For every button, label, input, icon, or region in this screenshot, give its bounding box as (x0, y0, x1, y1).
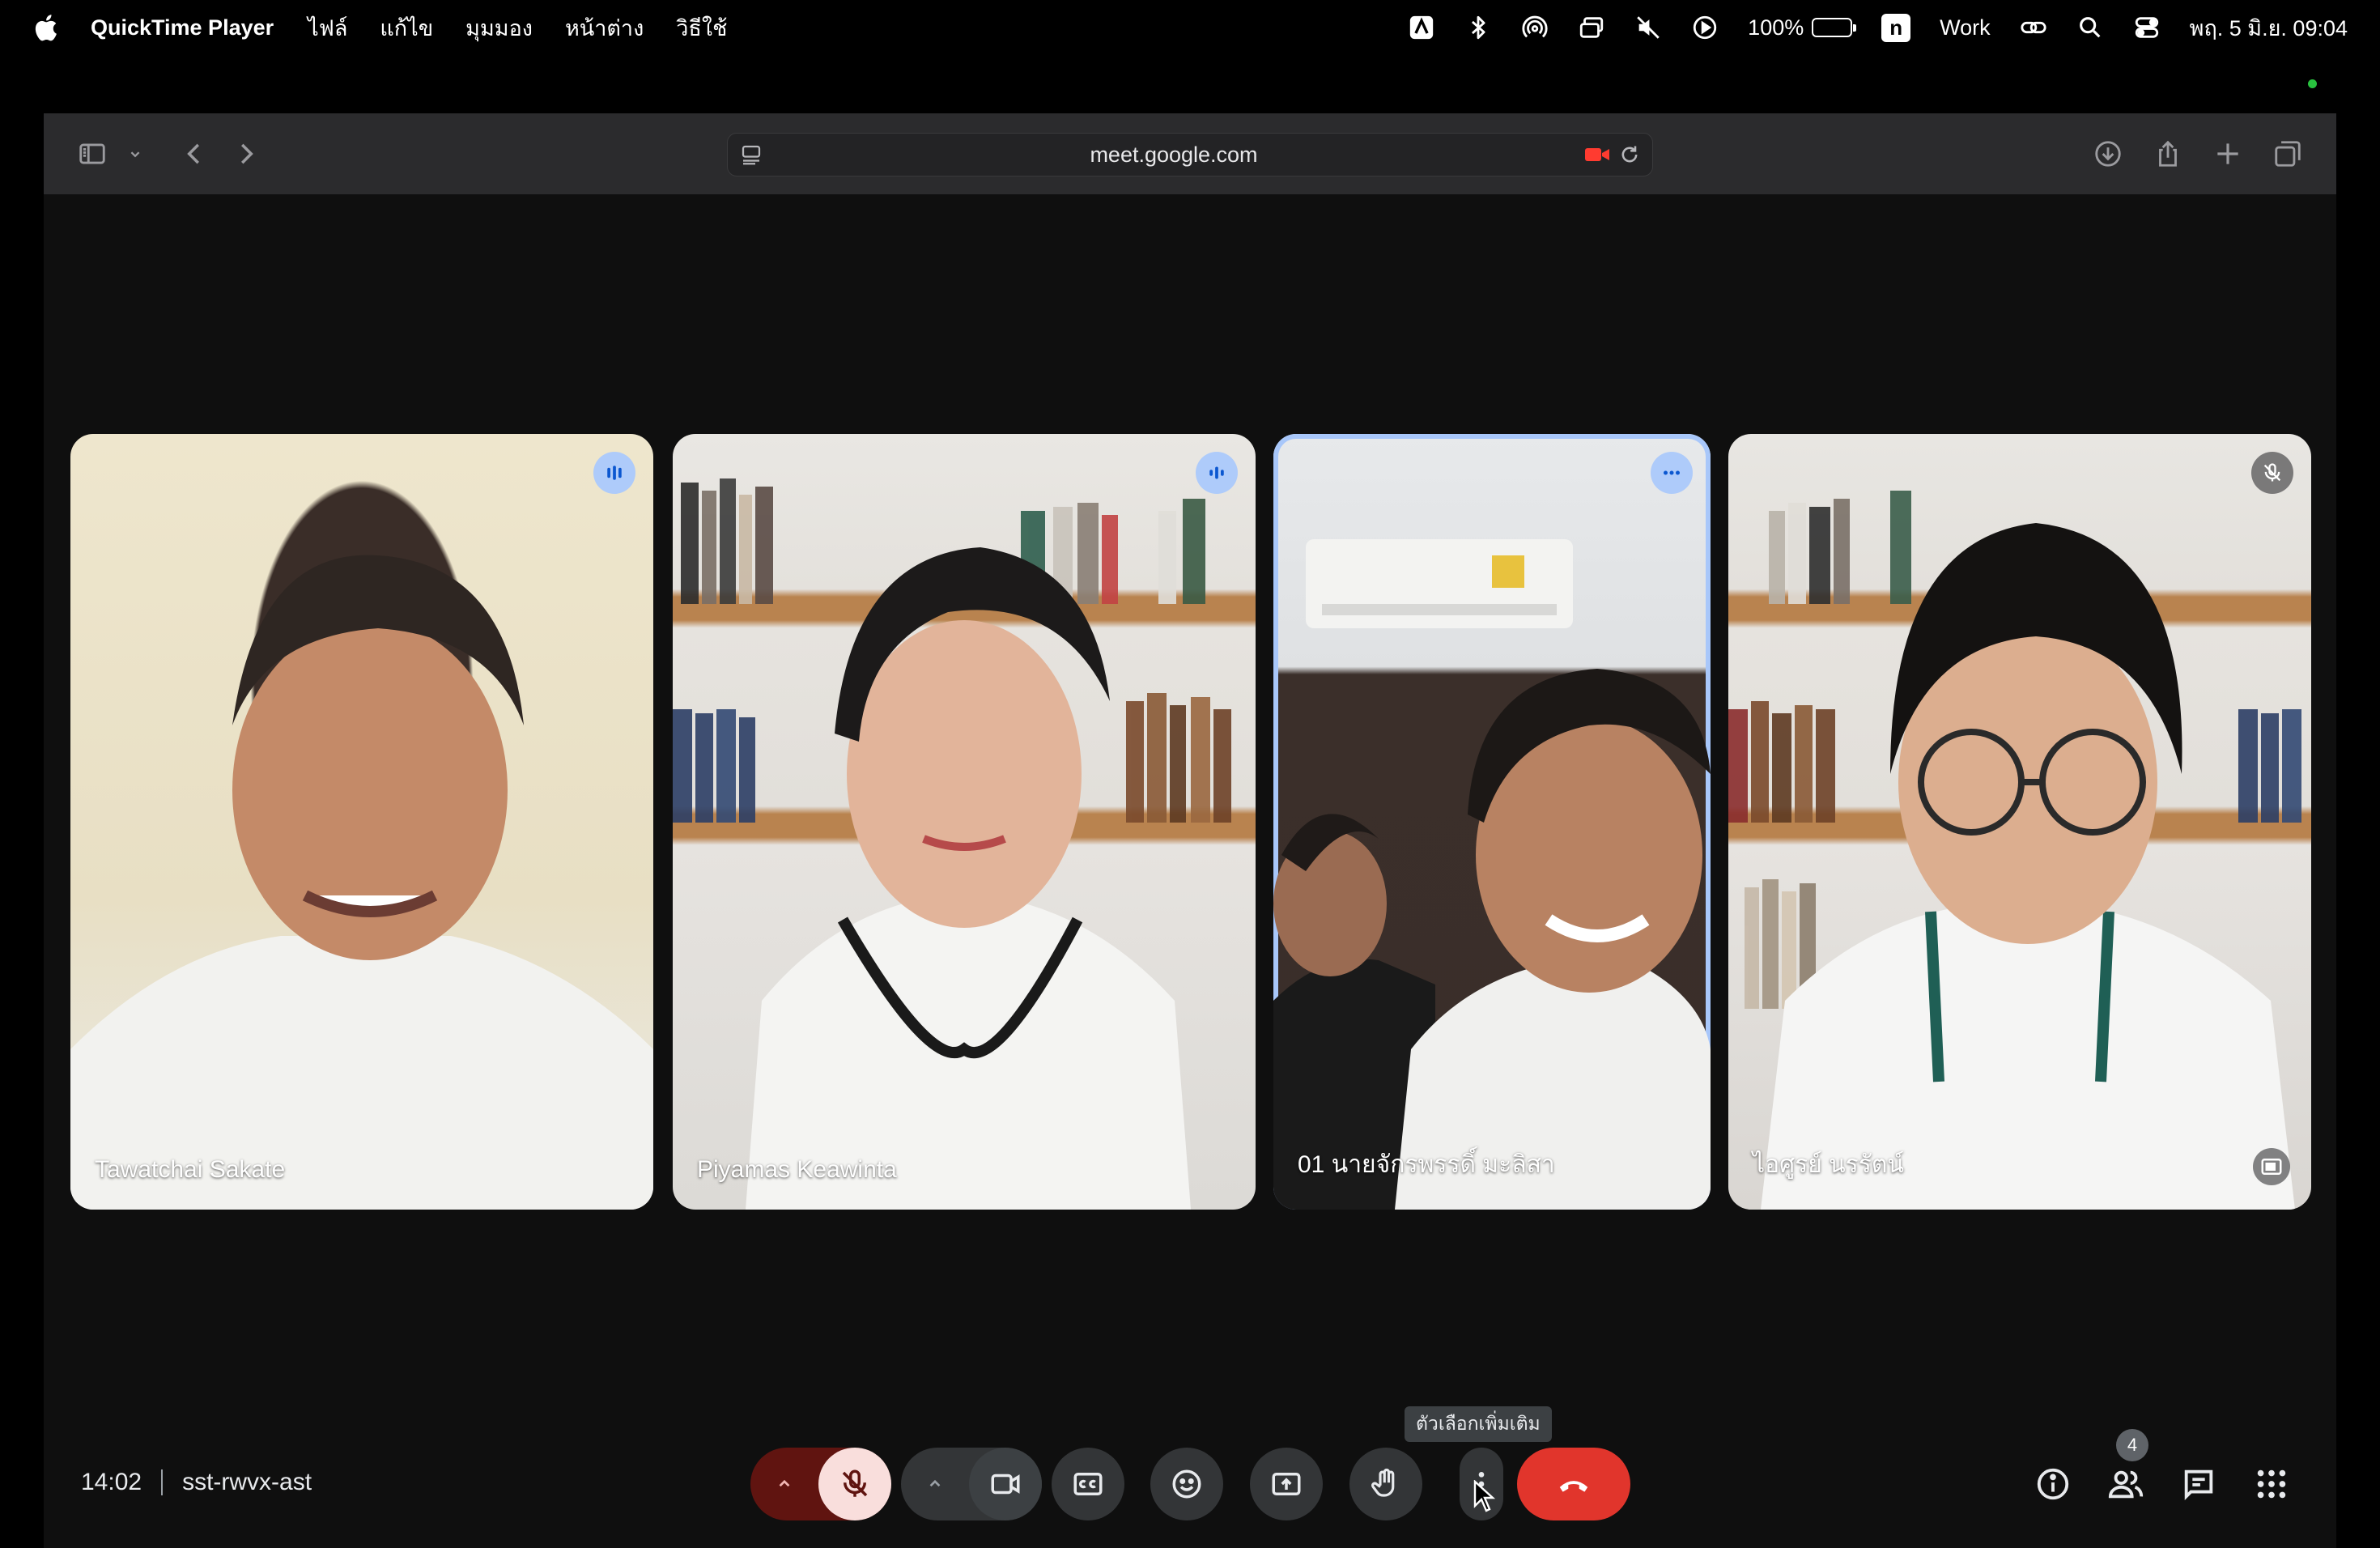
forward-icon[interactable] (227, 134, 266, 173)
meeting-clock: 14:02 (81, 1469, 142, 1495)
bluetooth-icon[interactable] (1464, 14, 1492, 41)
camera-settings-chevron-icon[interactable] (901, 1448, 969, 1520)
menu-bar: QuickTime Player ไฟล์ แก้ไข มุมมอง หน้าต… (0, 0, 2380, 55)
meeting-details-icon[interactable] (2024, 1455, 2082, 1513)
status-area: 100% n Work พฤ. 5 มิ.ย. 09:04 (1408, 11, 2348, 45)
participant-video-icon (70, 555, 653, 1210)
participant-name: ไอศูรย์ นรรัตน์ (1753, 1151, 1904, 1178)
screen-mirroring-icon[interactable] (1578, 14, 1605, 41)
mic-settings-chevron-icon[interactable] (750, 1448, 818, 1520)
participant-name: 01 นายจักรพรรดิ์ มะลิสา (1298, 1151, 1555, 1178)
chevron-down-icon[interactable] (125, 134, 146, 173)
emoji-reactions-button[interactable] (1150, 1448, 1223, 1520)
address-bar[interactable]: meet.google.com (727, 133, 1653, 176)
mic-off-icon (2251, 452, 2293, 494)
camera-toggle-button[interactable] (969, 1448, 1042, 1520)
menu-file[interactable]: ไฟล์ (308, 11, 347, 45)
share-icon[interactable] (2148, 134, 2187, 173)
meeting-code: sst-rwvx-ast (182, 1469, 312, 1495)
participant-tile[interactable]: Piyamas Keawinta (673, 434, 1256, 1210)
spotlight-search-icon[interactable] (2076, 14, 2104, 41)
reload-icon[interactable] (1618, 143, 1641, 166)
activities-grid-icon[interactable] (2242, 1455, 2301, 1513)
sidebar-toggle-icon[interactable] (73, 134, 112, 173)
leave-call-button[interactable] (1517, 1448, 1630, 1520)
battery-percent: 100% (1748, 15, 1804, 40)
participant-video-icon (673, 478, 1231, 1210)
chat-icon[interactable] (2170, 1455, 2228, 1513)
menu-window[interactable]: หน้าต่าง (565, 11, 644, 45)
airdrop-icon[interactable] (1521, 14, 1549, 41)
control-center-icon[interactable] (2133, 14, 2161, 41)
speaking-indicator-icon (1196, 452, 1238, 494)
raise-hand-control (1349, 1448, 1422, 1520)
meeting-info: 14:02 sst-rwvx-ast (81, 1469, 312, 1496)
camera-control-group (901, 1448, 1042, 1520)
page-menu-icon[interactable] (739, 142, 763, 167)
raise-hand-button[interactable] (1349, 1448, 1422, 1520)
url-text[interactable]: meet.google.com (763, 142, 1584, 168)
safari-window: meet.google.com Tawatchai Sakate Piyamas… (44, 113, 2336, 1548)
menu-view[interactable]: มุมมอง (465, 11, 533, 45)
microphone-toggle-button[interactable] (818, 1448, 891, 1520)
now-playing-icon[interactable] (1691, 14, 1719, 41)
people-count-badge: 4 (2116, 1429, 2148, 1461)
back-icon[interactable] (175, 134, 214, 173)
reactions-control (1150, 1448, 1223, 1520)
leave-call-control (1517, 1448, 1630, 1520)
link-icon[interactable] (2020, 14, 2047, 41)
speaking-indicator-icon (593, 452, 635, 494)
participant-video-icon (1273, 539, 1711, 1210)
participant-video-icon (1728, 491, 2301, 1210)
participant-tile-active[interactable]: 01 นายจักรพรรดิ์ มะลิสา (1273, 434, 1711, 1210)
meeting-side-controls: 4 (2024, 1429, 2301, 1520)
captions-control (1052, 1448, 1124, 1520)
menubar-clock[interactable]: พฤ. 5 มิ.ย. 09:04 (2190, 11, 2348, 45)
sound-muted-icon[interactable] (1634, 14, 1662, 41)
input-source-badge[interactable]: n (1881, 13, 1911, 42)
focus-mode-label[interactable]: Work (1940, 15, 1991, 40)
picture-in-picture-icon[interactable] (2253, 1148, 2290, 1185)
participant-name: Piyamas Keawinta (697, 1156, 897, 1183)
camera-in-use-indicator (2308, 79, 2317, 88)
people-icon[interactable]: 4 (2097, 1429, 2155, 1513)
participant-tile[interactable]: Tawatchai Sakate (70, 434, 653, 1210)
apple-logo-icon[interactable] (32, 13, 58, 42)
participant-tile[interactable]: ไอศูรย์ นรรัตน์ (1728, 434, 2311, 1210)
battery-status[interactable]: 100% (1748, 15, 1857, 40)
tab-overview-icon[interactable] (2268, 134, 2307, 173)
new-tab-icon[interactable] (2208, 134, 2247, 173)
mouse-cursor-icon (1473, 1480, 1496, 1512)
battery-icon (1812, 18, 1857, 37)
more-options-icon[interactable] (1651, 452, 1693, 494)
input-method-icon[interactable] (1408, 14, 1435, 41)
more-options-tooltip: ตัวเลือกเพิ่มเติม (1405, 1406, 1552, 1442)
participant-name: Tawatchai Sakate (95, 1156, 286, 1183)
downloads-icon[interactable] (2089, 134, 2127, 173)
app-name-menu[interactable]: QuickTime Player (91, 15, 274, 40)
menu-help[interactable]: วิธีใช้ (676, 11, 727, 45)
camera-recording-icon[interactable] (1584, 145, 1610, 164)
present-control (1250, 1448, 1323, 1520)
captions-button[interactable] (1052, 1448, 1124, 1520)
menu-edit[interactable]: แก้ไข (380, 11, 433, 45)
divider (161, 1469, 164, 1495)
present-screen-button[interactable] (1250, 1448, 1323, 1520)
mic-control-group (750, 1448, 891, 1520)
browser-toolbar: meet.google.com (44, 113, 2336, 194)
